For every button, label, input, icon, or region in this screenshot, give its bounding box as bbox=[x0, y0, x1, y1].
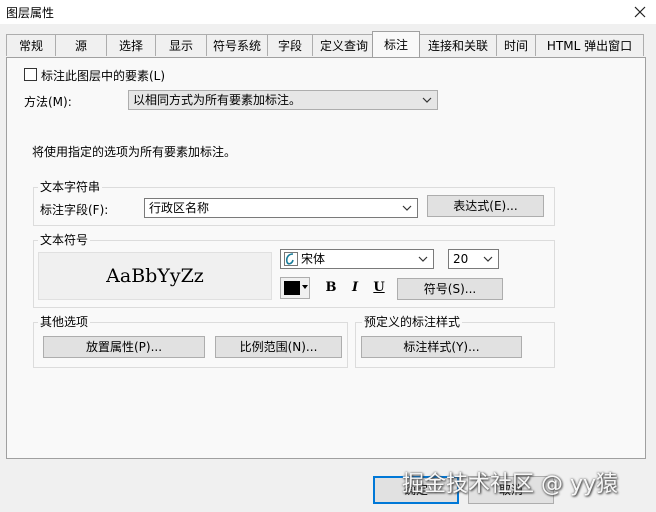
bold-button[interactable]: B bbox=[321, 278, 341, 298]
symbol-button[interactable]: 符号(S)... bbox=[397, 278, 503, 300]
font-size-value: 20 bbox=[453, 252, 469, 266]
tab-fields[interactable]: 字段 bbox=[267, 34, 313, 56]
dropdown-arrow-icon bbox=[302, 285, 308, 289]
tab-selection[interactable]: 选择 bbox=[106, 34, 156, 56]
symbol-preview: AaBbYyZz bbox=[38, 252, 272, 300]
color-picker[interactable] bbox=[280, 277, 310, 299]
font-value: 宋体 bbox=[301, 252, 326, 266]
tab-general[interactable]: 常规 bbox=[6, 34, 56, 56]
label-field-select[interactable]: 行政区名称 bbox=[144, 198, 418, 218]
method-label: 方法(M): bbox=[24, 95, 72, 109]
font-select[interactable]: 宋体 bbox=[280, 249, 434, 269]
text-string-group-title: 文本字符串 bbox=[38, 180, 103, 194]
close-button[interactable] bbox=[624, 0, 656, 24]
enable-label-text: 标注此图层中的要素(L) bbox=[41, 69, 166, 83]
label-field-value: 行政区名称 bbox=[149, 201, 210, 215]
chevron-down-icon bbox=[483, 256, 493, 262]
expression-button[interactable]: 表达式(E)... bbox=[427, 195, 544, 217]
text-symbol-group-title: 文本符号 bbox=[38, 233, 91, 247]
italic-button[interactable]: I bbox=[345, 278, 365, 298]
tab-source[interactable]: 源 bbox=[55, 34, 107, 56]
predefined-style-group-title: 预定义的标注样式 bbox=[362, 315, 463, 329]
tab-joins-relates[interactable]: 连接和关联 bbox=[419, 34, 497, 56]
info-text: 将使用指定的选项为所有要素加标注。 bbox=[32, 145, 237, 159]
chevron-down-icon bbox=[422, 97, 432, 103]
chevron-down-icon bbox=[418, 256, 428, 262]
tab-definition-query[interactable]: 定义查询 bbox=[312, 34, 376, 56]
other-options-group-title: 其他选项 bbox=[38, 315, 91, 329]
tab-symbology[interactable]: 符号系统 bbox=[206, 34, 268, 56]
opentype-font-icon bbox=[284, 252, 298, 266]
label-field-label: 标注字段(F): bbox=[40, 203, 109, 217]
window-title: 图层属性 bbox=[6, 6, 55, 20]
method-select[interactable]: 以相同方式为所有要素加标注。 bbox=[128, 90, 438, 110]
tab-display[interactable]: 显示 bbox=[155, 34, 207, 56]
placement-properties-button[interactable]: 放置属性(P)... bbox=[43, 336, 205, 358]
tab-row: 常规 源 选择 显示 符号系统 字段 定义查询 标注 连接和关联 时间 HTML… bbox=[6, 31, 646, 58]
tab-labels[interactable]: 标注 bbox=[372, 31, 420, 57]
scale-range-button[interactable]: 比例范围(N)... bbox=[215, 336, 342, 358]
watermark: 掘金技术社区 @ yy猿 bbox=[402, 472, 619, 497]
title-bar bbox=[0, 0, 656, 24]
label-styles-button[interactable]: 标注样式(Y)... bbox=[361, 336, 522, 358]
color-swatch bbox=[284, 281, 300, 295]
underline-button[interactable]: U bbox=[369, 278, 389, 298]
method-select-value: 以相同方式为所有要素加标注。 bbox=[133, 93, 302, 107]
font-size-select[interactable]: 20 bbox=[448, 249, 499, 269]
chevron-down-icon bbox=[402, 205, 412, 211]
tab-html-popup[interactable]: HTML 弹出窗口 bbox=[535, 34, 644, 56]
close-icon bbox=[634, 6, 646, 18]
tab-time[interactable]: 时间 bbox=[496, 34, 536, 56]
enable-label-checkbox[interactable] bbox=[24, 68, 37, 81]
